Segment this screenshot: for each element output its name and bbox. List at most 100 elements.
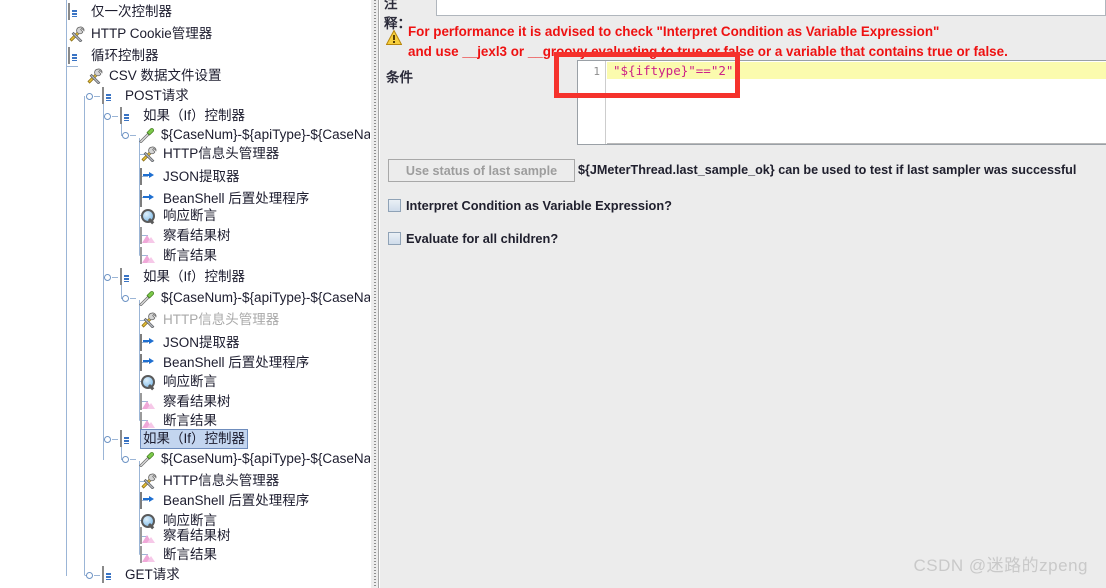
editor-bottom-rule <box>607 143 1106 144</box>
controller-icon <box>102 86 119 105</box>
comment-input[interactable] <box>436 0 1106 16</box>
tree-expand-handle[interactable] <box>86 91 101 102</box>
tree-node-label: 如果（If）控制器 <box>140 429 249 449</box>
assertion-magnifier-icon <box>140 374 157 391</box>
warning-line-2: and use __jexl3 or __groovy evaluating t… <box>408 44 1008 59</box>
tree-node-label: 察看结果树 <box>163 528 231 543</box>
tree-expand-handle[interactable] <box>122 293 137 304</box>
tree-node[interactable]: 察看结果树 <box>140 526 233 546</box>
sampler-pipette-icon <box>138 290 155 307</box>
if-controller-config-panel: 注释： For performance it is advised to che… <box>380 0 1106 588</box>
performance-warning-text: For performance it is advised to check "… <box>408 22 1102 62</box>
post-processor-arrow-icon <box>140 353 157 372</box>
panel-splitter[interactable] <box>370 0 379 588</box>
post-processor-arrow-icon <box>140 333 157 352</box>
editor-line-number-gutter: 1 <box>578 61 606 144</box>
condition-editor[interactable]: 1 "${iftype}"=="2" <box>577 60 1106 145</box>
use-status-of-last-sample-label: Use status of last sample <box>405 163 558 178</box>
tree-node[interactable]: 断言结果 <box>140 411 219 431</box>
tree-node[interactable]: HTTP信息头管理器 <box>140 310 281 330</box>
watermark-text: CSDN @迷路的zpeng <box>913 556 1088 575</box>
tree-node[interactable]: GET请求 <box>86 565 182 585</box>
post-processor-arrow-icon <box>140 189 157 208</box>
tree-node[interactable]: BeanShell 后置处理程序 <box>140 491 311 511</box>
tree-node-label: HTTP信息头管理器 <box>163 312 280 327</box>
jmeter-if-controller-screen: 仅一次控制器 HTTP Cookie管理器循环控制器 CSV 数据文件设置 POST请… <box>0 0 1106 588</box>
tree-node-label: HTTP Cookie管理器 <box>91 26 213 41</box>
post-processor-arrow-icon <box>140 491 157 510</box>
tree-node-label: ${CaseNum}-${apiType}-${CaseName} <box>161 290 370 305</box>
tree-node[interactable]: JSON提取器 <box>140 333 242 353</box>
tree-expand-handle[interactable] <box>122 454 137 465</box>
tree-node[interactable]: 察看结果树 <box>140 226 233 246</box>
tree-node[interactable]: BeanShell 后置处理程序 <box>140 353 311 373</box>
config-tools-icon <box>86 68 103 85</box>
tree-node[interactable]: 循环控制器 <box>68 46 161 66</box>
tree-node-label: 仅一次控制器 <box>91 4 172 19</box>
tree-expand-handle[interactable] <box>104 272 119 283</box>
tree-node-label: JSON提取器 <box>163 169 240 184</box>
tree-node[interactable]: 如果（If）控制器 <box>104 267 247 287</box>
tree-node[interactable]: POST请求 <box>86 86 191 106</box>
tree-node[interactable]: 如果（If）控制器 <box>104 106 247 126</box>
condition-expression-text: "${iftype}"=="2" <box>613 63 734 78</box>
tree-node-label: JSON提取器 <box>163 335 240 350</box>
performance-warning: For performance it is advised to check "… <box>386 22 1102 60</box>
tree-node-label: GET请求 <box>125 567 180 582</box>
evaluate-all-children-checkbox[interactable] <box>388 232 401 245</box>
tree-node-label: 察看结果树 <box>163 228 231 243</box>
listener-chart-icon <box>140 526 157 545</box>
tree-node[interactable]: 仅一次控制器 <box>68 2 174 22</box>
interpret-condition-checkbox[interactable] <box>388 199 401 212</box>
tree-node[interactable]: 响应断言 <box>140 206 219 226</box>
tree-node[interactable]: CSV 数据文件设置 <box>86 66 224 86</box>
tree-node[interactable]: HTTP信息头管理器 <box>140 471 281 491</box>
tree-node-label: CSV 数据文件设置 <box>109 68 222 83</box>
evaluate-all-children-label: Evaluate for all children? <box>406 231 559 246</box>
splitter-grip-dots <box>374 0 376 588</box>
tree-node[interactable]: ${CaseNum}-${apiType}-${CaseName} <box>122 449 370 469</box>
tree-node-label: ${CaseNum}-${apiType}-${CaseName} <box>161 451 370 466</box>
tree-node[interactable]: 如果（If）控制器 <box>104 429 249 449</box>
tree-node[interactable]: 察看结果树 <box>140 392 233 412</box>
config-tools-icon <box>140 473 157 490</box>
tree-node[interactable]: ${CaseNum}-${apiType}-${CaseName} <box>122 288 370 308</box>
tree-expand-handle[interactable] <box>122 130 137 141</box>
tree-node[interactable]: HTTP Cookie管理器 <box>68 24 214 44</box>
config-tools-icon <box>140 312 157 329</box>
tree-node[interactable]: HTTP信息头管理器 <box>140 144 281 164</box>
tree-node-label: BeanShell 后置处理程序 <box>163 355 310 370</box>
tree-node-label: POST请求 <box>125 88 189 103</box>
warning-triangle-icon <box>386 30 402 45</box>
listener-chart-icon <box>140 246 157 265</box>
condition-label: 条件 <box>386 70 413 85</box>
tree-node[interactable]: ${CaseNum}-${apiType}-${CaseName} <box>122 125 370 145</box>
tree-expand-handle[interactable] <box>104 111 119 122</box>
tree-expand-handle[interactable] <box>104 434 119 445</box>
tree-node-label: 响应断言 <box>163 208 217 223</box>
assertion-magnifier-icon <box>140 208 157 225</box>
sampler-pipette-icon <box>138 451 155 468</box>
use-status-of-last-sample-button[interactable]: Use status of last sample <box>388 159 575 182</box>
interpret-condition-checkbox-row[interactable]: Interpret Condition as Variable Expressi… <box>388 198 672 213</box>
tree-node[interactable]: 断言结果 <box>140 246 219 266</box>
controller-icon <box>120 267 137 286</box>
tree-node-label: 察看结果树 <box>163 394 231 409</box>
tree-node[interactable]: 响应断言 <box>140 372 219 392</box>
last-sample-hint-text: ${JMeterThread.last_sample_ok} can be us… <box>578 163 1077 177</box>
evaluate-all-children-checkbox-row[interactable]: Evaluate for all children? <box>388 231 558 246</box>
tree-expand-handle[interactable] <box>86 570 101 581</box>
controller-icon <box>68 2 85 21</box>
config-tools-icon <box>68 26 85 43</box>
condition-code-area[interactable]: "${iftype}"=="2" <box>607 61 1106 144</box>
tree-node-label: 断言结果 <box>163 547 217 562</box>
test-plan-tree-panel[interactable]: 仅一次控制器 HTTP Cookie管理器循环控制器 CSV 数据文件设置 POST请… <box>0 0 370 588</box>
tree-node-label: BeanShell 后置处理程序 <box>163 493 310 508</box>
tree-node[interactable]: 断言结果 <box>140 545 219 565</box>
tree-node[interactable]: JSON提取器 <box>140 167 242 187</box>
tree-node-label: 响应断言 <box>163 374 217 389</box>
listener-chart-icon <box>140 226 157 245</box>
tree-node-label: 断言结果 <box>163 413 217 428</box>
tree-node-label: HTTP信息头管理器 <box>163 146 280 161</box>
tree-node-label: 断言结果 <box>163 248 217 263</box>
